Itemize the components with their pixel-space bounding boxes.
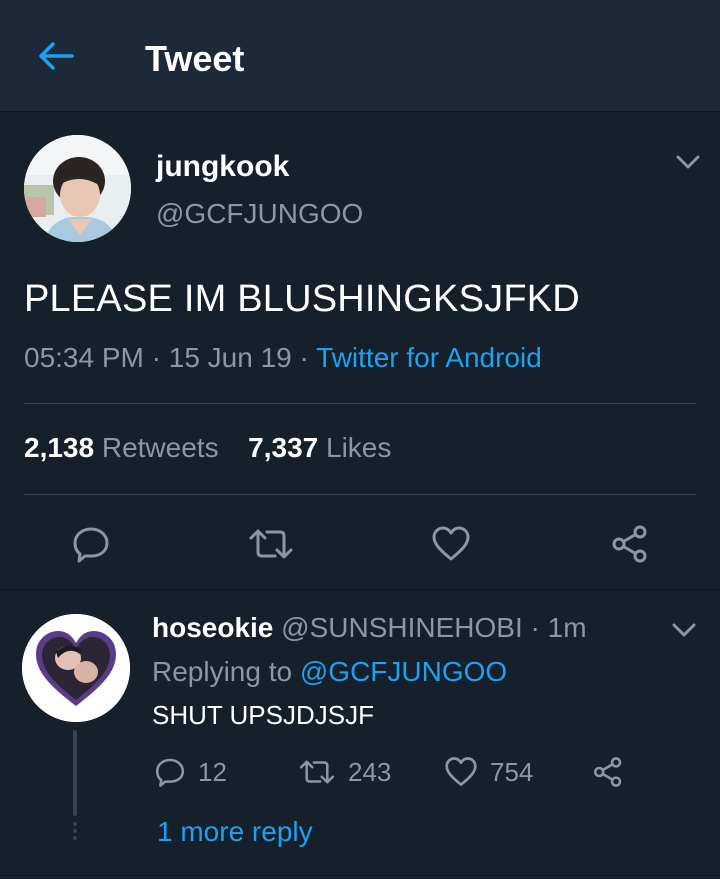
likes-label[interactable]: Likes bbox=[326, 432, 391, 463]
top-app-bar: Tweet bbox=[0, 0, 720, 112]
retweet-count: 243 bbox=[348, 756, 392, 787]
username-handle[interactable]: @GCFJUNGOO bbox=[156, 198, 363, 230]
retweet-icon bbox=[249, 529, 293, 559]
tweet-date: 15 Jun 19 bbox=[168, 342, 292, 373]
retweets-label[interactable]: Retweets bbox=[102, 432, 219, 463]
divider bbox=[24, 494, 696, 495]
more-replies-link[interactable]: 1 more reply bbox=[157, 816, 313, 848]
avatar[interactable] bbox=[24, 135, 131, 242]
thread-dot bbox=[73, 829, 77, 833]
share-icon bbox=[612, 525, 647, 563]
page-title: Tweet bbox=[145, 38, 245, 79]
reply-handle[interactable]: @SUNSHINEHOBI bbox=[281, 612, 523, 643]
reply-time: · 1m bbox=[522, 612, 587, 643]
reply-icon bbox=[155, 758, 185, 787]
chevron-down-icon bbox=[672, 623, 696, 637]
reply-display-name[interactable]: hoseokie bbox=[152, 612, 273, 643]
retweet-icon bbox=[299, 760, 335, 784]
like-count: 754 bbox=[490, 756, 534, 787]
thread-line bbox=[73, 730, 77, 816]
reply-reply-button[interactable]: 12 bbox=[154, 752, 227, 792]
divider bbox=[24, 403, 696, 404]
tweet-time: 05:34 PM bbox=[24, 342, 144, 373]
chevron-down-icon bbox=[676, 155, 700, 169]
meta-separator: · bbox=[291, 342, 317, 373]
meta-separator: · bbox=[143, 342, 169, 373]
like-icon bbox=[445, 757, 477, 786]
back-button[interactable] bbox=[32, 36, 80, 76]
replying-to: Replying to @GCFJUNGOO bbox=[152, 656, 507, 688]
reply-like-button[interactable]: 754 bbox=[444, 752, 533, 792]
tweet-stats: 2,138 Retweets 7,337 Likes bbox=[24, 432, 391, 464]
like-button[interactable] bbox=[426, 522, 476, 566]
reply-profile-photo bbox=[22, 614, 130, 722]
reply-icon bbox=[73, 527, 109, 563]
reply-button[interactable] bbox=[66, 522, 116, 566]
replying-prefix: Replying to bbox=[152, 656, 300, 687]
like-icon bbox=[432, 526, 470, 561]
reply-options-button[interactable] bbox=[670, 620, 698, 645]
thread-dot bbox=[73, 836, 77, 840]
retweet-button[interactable] bbox=[244, 522, 298, 566]
share-icon bbox=[593, 757, 622, 787]
thread-dot bbox=[73, 822, 77, 826]
reply-retweet-button[interactable]: 243 bbox=[298, 752, 391, 792]
tweet-text: PLEASE IM BLUSHINGKSJFKD bbox=[24, 278, 580, 320]
reply-count: 12 bbox=[198, 756, 227, 787]
section-divider bbox=[0, 874, 720, 876]
back-arrow-icon bbox=[39, 42, 74, 70]
replying-to-link[interactable]: @GCFJUNGOO bbox=[300, 656, 507, 687]
reply-share-button[interactable] bbox=[592, 752, 624, 792]
share-button[interactable] bbox=[606, 522, 654, 566]
retweets-count[interactable]: 2,138 bbox=[24, 432, 94, 463]
profile-photo bbox=[24, 135, 131, 242]
display-name[interactable]: jungkook bbox=[156, 150, 289, 184]
reply-header: hoseokie @SUNSHINEHOBI · 1m bbox=[152, 612, 587, 644]
tweet-meta: 05:34 PM · 15 Jun 19 · Twitter for Andro… bbox=[24, 342, 542, 374]
reply-avatar[interactable] bbox=[22, 614, 130, 722]
tweet-source-link[interactable]: Twitter for Android bbox=[316, 342, 542, 373]
likes-count[interactable]: 7,337 bbox=[248, 432, 318, 463]
tweet-options-button[interactable] bbox=[674, 152, 702, 177]
section-divider bbox=[0, 589, 720, 591]
reply-text: SHUT UPSJDJSJF bbox=[152, 700, 374, 730]
